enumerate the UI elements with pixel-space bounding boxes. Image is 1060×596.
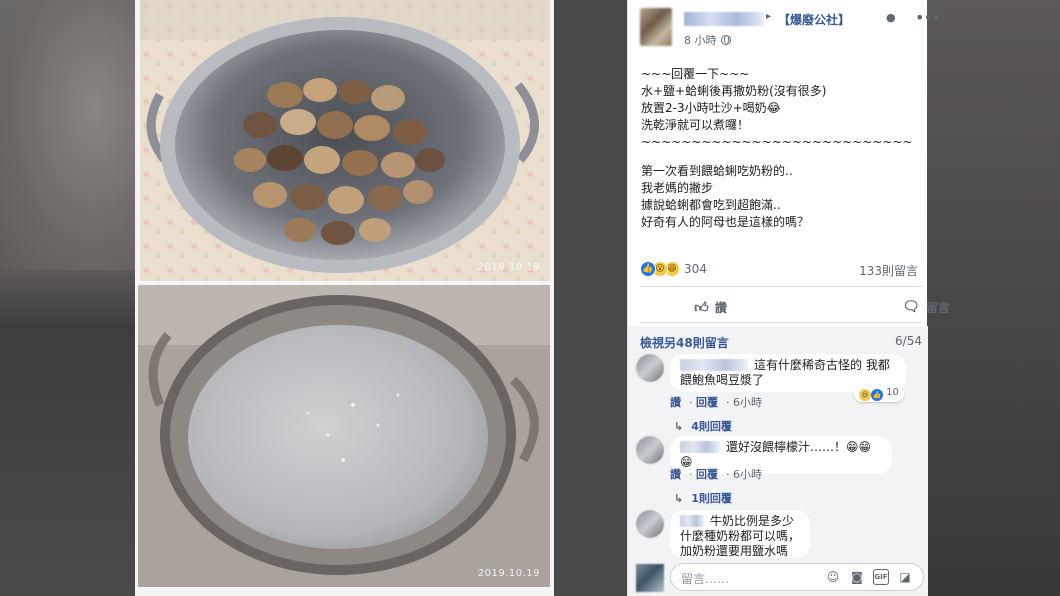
group-name-link[interactable]: 【爆廢公社】 <box>778 11 850 28</box>
separator-dot: ● <box>886 11 896 24</box>
comment-reply-link[interactable]: 回覆 <box>696 468 718 481</box>
speech-bubble-icon: 🗨︎ <box>902 299 920 315</box>
commenter-name-redacted[interactable] <box>680 441 720 453</box>
like-button[interactable]: 👍︎ 讚 <box>640 296 781 318</box>
post-line: ~~~~~~~~~~~~~~~~~~~~~~~~~~~ <box>641 135 913 149</box>
divider <box>640 286 922 287</box>
comment-reactions[interactable]: 😆 👍 10 <box>854 386 904 402</box>
reaction-count[interactable]: 304 <box>684 262 707 276</box>
comment-like-link[interactable]: 讚 <box>670 396 681 409</box>
post-line: 好奇有人的阿母也是這樣的嗎？ <box>641 215 810 229</box>
view-more-comments-link[interactable]: 檢視另48則留言 <box>640 334 729 351</box>
action-row: 👍︎ 讚 🗨︎ 留言 <box>640 290 950 322</box>
comment-bubble: 牛奶比例是多少 什麼種奶粉都可以嗎，加奶粉還要用鹽水嗎 <box>670 510 810 558</box>
post-line: 我老媽的撇步 <box>641 181 714 195</box>
comment-input-placeholder: 留言…… <box>681 572 730 586</box>
comment-time[interactable]: 6小時 <box>733 468 762 481</box>
commenter-avatar[interactable] <box>636 436 664 464</box>
write-comment-row: 留言…… ☺ ◙ GIF ◪ <box>628 560 928 596</box>
thumbs-up-icon: 👍︎ <box>694 299 709 316</box>
milk-pot-illustration <box>138 285 550 587</box>
commenter-name-redacted[interactable] <box>680 515 704 527</box>
comment-time[interactable]: 6小時 <box>733 396 762 409</box>
comment-meta: 讚 · 回覆 · 6小時 <box>670 396 762 409</box>
haha-reaction-icon: 😆 <box>859 389 871 401</box>
photo-clams[interactable]: 2019.10.19 <box>140 0 550 281</box>
comment-reaction-count: 10 <box>886 387 899 398</box>
reply-arrow-icon: ↳ <box>674 420 684 433</box>
comment-pager: 6/54 <box>895 334 922 348</box>
replies-label: 4則回覆 <box>691 420 732 433</box>
commenter-name-redacted[interactable] <box>680 359 748 371</box>
sticker-icon[interactable]: ◪ <box>897 569 913 585</box>
photo-date-bottom: 2019.10.19 <box>477 568 540 579</box>
comments-area: 檢視另48則留言 6/54 這有什麼稀奇古怪的 我都餵鮑魚喝豆漿了 😆 👍 10 … <box>628 326 928 596</box>
comment-button[interactable]: 🗨︎ 留言 <box>781 296 1060 318</box>
current-user-avatar <box>636 564 664 592</box>
comment-meta: 讚 · 回覆 · 6小時 <box>670 468 762 481</box>
reactions-bar[interactable]: 👍 😮 😆 304 133則留言 <box>640 260 922 280</box>
post-body: ~~~回覆一下~~~ 水+鹽+蛤蜊後再撒奶粉(沒有很多) 放置2-3小時吐沙+喝… <box>641 66 921 231</box>
view-replies-link[interactable]: ↳ 1則回覆 <box>674 490 732 506</box>
replies-label: 1則回覆 <box>691 492 732 505</box>
post-line: 洗乾淨就可以煮囉！ <box>641 118 750 132</box>
post-line: ~~~回覆一下~~~ <box>641 67 750 81</box>
post-line: 據說蛤蜊都會吃到超飽滿.. <box>641 198 781 212</box>
comment-reply-link[interactable]: 回覆 <box>696 396 718 409</box>
post-header: ▸ 【爆廢公社】 ● ••• 8 小時 <box>640 8 941 48</box>
divider <box>640 322 922 323</box>
comment-input-icons: ☺ ◙ GIF ◪ <box>825 569 913 585</box>
comment-label: 留言 <box>925 300 950 315</box>
view-replies-link[interactable]: ↳ 4則回覆 <box>674 418 732 434</box>
photo-date-top: 2019.10.19 <box>477 262 540 273</box>
post-time[interactable]: 8 小時 <box>684 34 717 47</box>
globe-icon <box>720 35 731 45</box>
post-line: 水+鹽+蛤蜊後再撒奶粉(沒有很多) <box>641 84 827 98</box>
commenter-avatar[interactable] <box>636 354 664 382</box>
author-avatar[interactable] <box>640 8 672 46</box>
photo-milky-water[interactable]: 2019.10.19 <box>138 285 550 587</box>
like-label: 讚 <box>714 300 727 315</box>
commenter-avatar[interactable] <box>636 510 664 538</box>
post-line: 放置2-3小時吐沙+喝奶😂 <box>641 101 781 115</box>
caret-right-icon: ▸ <box>766 11 772 22</box>
comment-like-link[interactable]: 讚 <box>670 468 681 481</box>
camera-icon[interactable]: ◙ <box>849 569 865 585</box>
like-reaction-icon: 👍 <box>871 389 883 401</box>
comment-count[interactable]: 133則留言 <box>859 262 918 279</box>
post-line: 第一次看到餵蛤蜊吃奶粉的.. <box>641 164 793 178</box>
emoji-icon[interactable]: ☺ <box>825 569 841 585</box>
gif-icon[interactable]: GIF <box>873 569 889 585</box>
more-horizontal-icon[interactable]: ••• <box>915 8 941 27</box>
reply-arrow-icon: ↳ <box>674 492 684 505</box>
like-reaction-icon: 👍 <box>640 261 656 277</box>
backdrop-left <box>0 0 135 596</box>
comment-input[interactable]: 留言…… ☺ ◙ GIF ◪ <box>670 563 924 591</box>
author-name-redacted[interactable] <box>684 12 764 26</box>
clams-pot-illustration <box>140 0 550 281</box>
post-timestamp[interactable]: 8 小時 <box>684 32 731 48</box>
post-panel: ▸ 【爆廢公社】 ● ••• 8 小時 ~~~回覆一下~~~ 水+鹽+蛤蜊後再撒… <box>627 0 950 596</box>
